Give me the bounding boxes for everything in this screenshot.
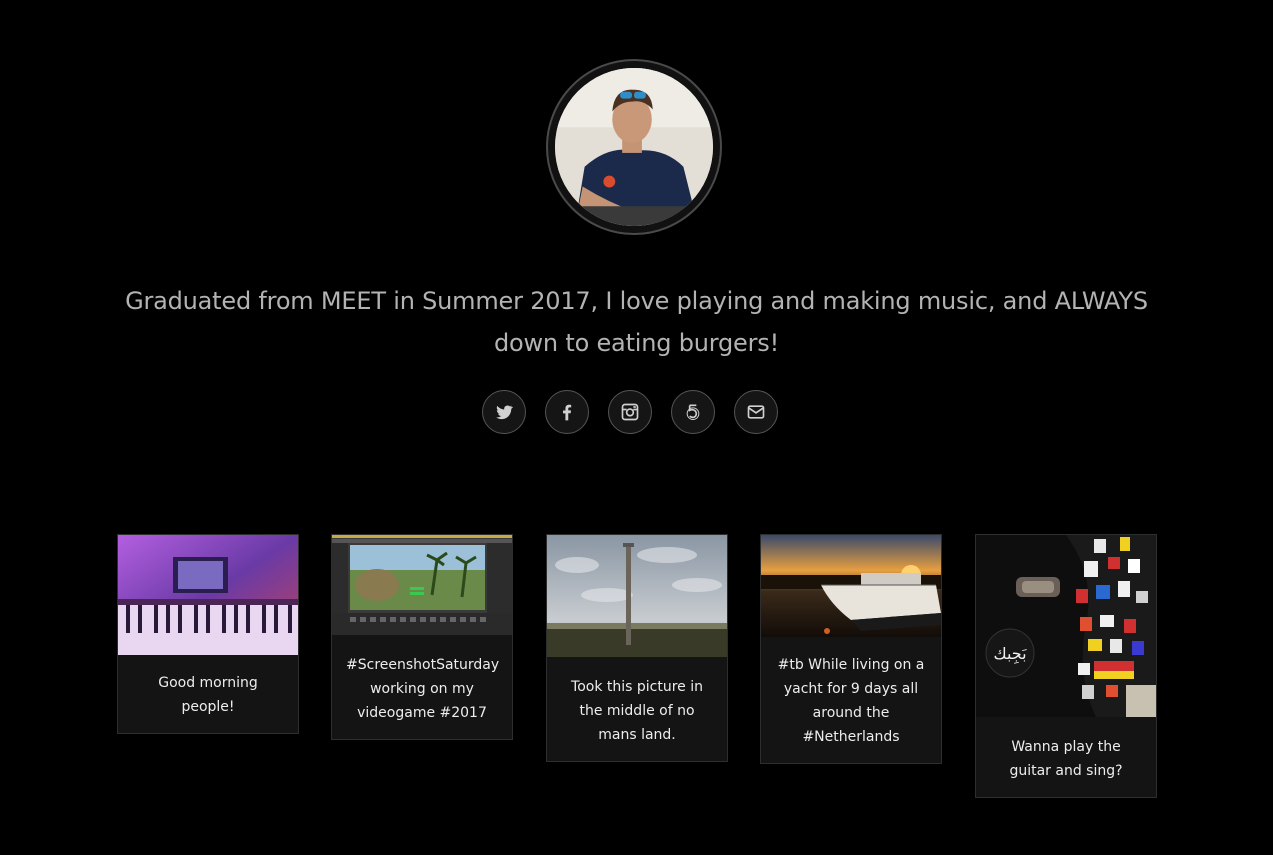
profile-page: Graduated from MEET in Summer 2017, I lo… — [0, 0, 1273, 855]
post-card[interactable]: Took this picture in the middle of no ma… — [546, 534, 728, 762]
post-card[interactable]: بَجِبك Wanna play the guitar and sing? — [975, 534, 1157, 798]
post-caption: Took this picture in the middle of no ma… — [571, 679, 703, 743]
post-card[interactable]: #tb While living on a yacht for 9 days a… — [760, 534, 942, 764]
500px-icon — [686, 404, 700, 420]
post-card[interactable]: #ScreenshotSaturday working on my videog… — [331, 534, 513, 740]
500px-button[interactable] — [671, 390, 715, 434]
twitter-icon — [496, 405, 513, 420]
sticker-text: بَجِبك — [993, 644, 1027, 665]
avatar-photo — [555, 68, 713, 226]
post-card[interactable]: Good morning people! — [117, 534, 299, 734]
twitter-button[interactable] — [482, 390, 526, 434]
post-image — [118, 535, 298, 655]
facebook-button[interactable] — [545, 390, 589, 434]
post-caption: #ScreenshotSaturday working on my videog… — [346, 657, 500, 721]
post-caption: #tb While living on a yacht for 9 days a… — [777, 657, 925, 745]
post-caption: Good morning people! — [158, 675, 258, 715]
post-caption: Wanna play the guitar and sing? — [1009, 739, 1123, 779]
post-image — [547, 535, 727, 657]
social-links — [482, 390, 778, 434]
facebook-icon — [563, 404, 572, 421]
bio-text: Graduated from MEET in Summer 2017, I lo… — [125, 287, 1148, 357]
instagram-button[interactable] — [608, 390, 652, 434]
avatar-ring — [546, 59, 722, 235]
post-image — [332, 535, 512, 635]
instagram-icon — [621, 403, 639, 421]
avatar[interactable] — [555, 68, 713, 226]
post-image — [761, 535, 941, 637]
post-image: بَجِبك — [976, 535, 1156, 717]
email-icon — [747, 405, 765, 419]
email-button[interactable] — [734, 390, 778, 434]
